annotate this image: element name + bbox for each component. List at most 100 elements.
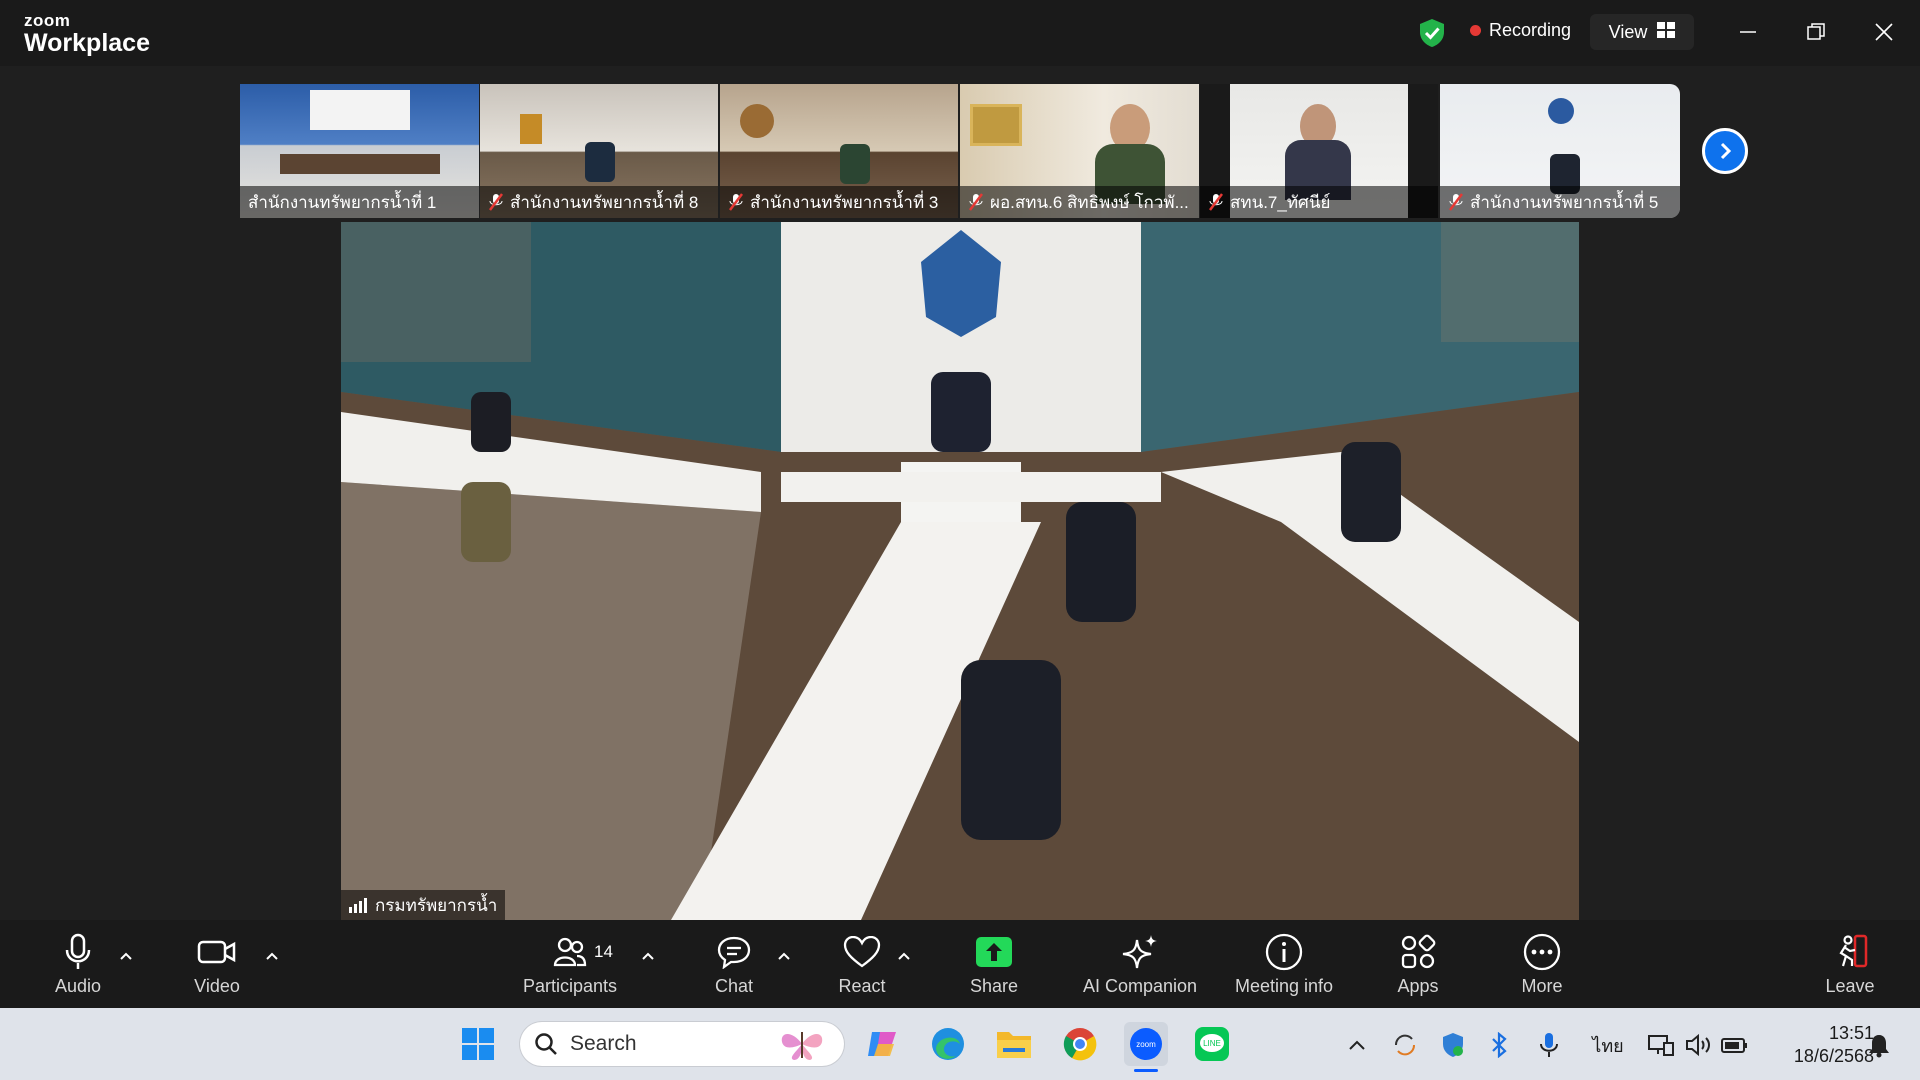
react-label: React	[838, 975, 886, 996]
windows-taskbar: Search zoom LINE ไทย 13:51 18/6/2568	[0, 1008, 1920, 1080]
speaker-name-badge: กรมทรัพยากรน้ำ	[341, 890, 506, 920]
sync-icon[interactable]	[1390, 1030, 1420, 1060]
video-options-caret[interactable]	[262, 946, 282, 966]
video-camera-icon	[197, 932, 237, 972]
active-app-indicator	[1134, 1069, 1158, 1072]
video-button[interactable]: Video	[180, 920, 254, 1008]
meeting-info-label: Meeting info	[1234, 975, 1334, 996]
notification-bell-icon[interactable]	[1864, 1030, 1894, 1060]
file-explorer-icon[interactable]	[992, 1022, 1036, 1066]
participant-thumbnail-strip: สำนักงานทรัพยากรน้ำที่ 1 สำนักงานทรัพยาก…	[240, 84, 1680, 218]
close-button[interactable]	[1866, 16, 1902, 48]
input-language-indicator[interactable]: ไทย	[1590, 1030, 1626, 1060]
chrome-browser-icon[interactable]	[1058, 1022, 1102, 1066]
chat-button[interactable]: Chat	[702, 920, 766, 1008]
participants-button[interactable]: Participants	[516, 920, 624, 1008]
title-bar: zoom Workplace Recording View	[0, 0, 1920, 66]
conference-room-scene	[341, 222, 1579, 920]
audio-options-caret[interactable]	[116, 946, 136, 966]
video-label: Video	[194, 975, 240, 996]
react-options-caret[interactable]	[894, 946, 914, 966]
encryption-shield-icon[interactable]	[1418, 18, 1446, 48]
participant-tile[interactable]: สำนักงานทรัพยากรน้ำที่ 3	[720, 84, 958, 218]
apps-icon	[1400, 932, 1436, 972]
bluetooth-icon[interactable]	[1484, 1030, 1514, 1060]
participants-count: 14	[594, 942, 613, 961]
participant-tile[interactable]: สทน.7_ทัศนีย์	[1200, 84, 1438, 218]
participant-name: สำนักงานทรัพยากรน้ำที่ 3	[750, 192, 939, 212]
next-page-button[interactable]	[1702, 128, 1748, 174]
participant-name: ผอ.สทน.6 สิทธิพงษ์ โกวพั...	[990, 192, 1189, 212]
more-label: More	[1521, 975, 1563, 996]
participant-tile[interactable]: สำนักงานทรัพยากรน้ำที่ 8	[480, 84, 718, 218]
taskbar-search-box[interactable]: Search	[520, 1022, 844, 1066]
speaker-name: กรมทรัพยากรน้ำ	[375, 895, 498, 915]
chat-options-caret[interactable]	[774, 946, 794, 966]
svg-text:LINE: LINE	[1203, 1039, 1221, 1048]
participant-name: สำนักงานทรัพยากรน้ำที่ 1	[248, 192, 437, 212]
brand-bottom: Workplace	[24, 29, 150, 57]
search-highlight-butterfly-icon	[774, 1026, 830, 1067]
heart-icon	[843, 932, 881, 972]
record-dot-icon	[1470, 25, 1481, 36]
security-shield-icon[interactable]	[1438, 1030, 1468, 1060]
muted-mic-icon	[968, 193, 984, 211]
line-app-icon[interactable]: LINE	[1190, 1022, 1234, 1066]
windows-start-icon[interactable]	[456, 1022, 500, 1066]
leave-door-icon	[1831, 932, 1869, 972]
edge-browser-icon[interactable]	[926, 1022, 970, 1066]
participant-tile[interactable]: ผอ.สทน.6 สิทธิพงษ์ โกวพั...	[960, 84, 1199, 218]
meeting-info-button[interactable]: Meeting info	[1228, 920, 1340, 1008]
muted-mic-icon	[1208, 193, 1224, 211]
more-button[interactable]: More	[1512, 920, 1572, 1008]
chat-bubble-icon	[716, 932, 752, 972]
participant-tile[interactable]: สำนักงานทรัพยากรน้ำที่ 5	[1440, 84, 1680, 218]
muted-mic-icon	[1448, 193, 1464, 211]
apps-label: Apps	[1397, 975, 1439, 996]
muted-mic-icon	[728, 193, 744, 211]
copilot-icon[interactable]	[860, 1022, 904, 1066]
system-clock[interactable]: 13:51 18/6/2568	[1764, 1022, 1874, 1068]
search-placeholder: Search	[570, 1032, 637, 1055]
leave-label: Leave	[1825, 975, 1875, 996]
participant-name: สำนักงานทรัพยากรน้ำที่ 8	[510, 192, 699, 212]
zoom-workplace-logo: zoom Workplace	[24, 12, 150, 56]
brand-top: zoom	[24, 11, 71, 30]
recording-indicator[interactable]: Recording	[1470, 20, 1571, 41]
ai-companion-label: AI Companion	[1082, 975, 1198, 996]
recording-label: Recording	[1489, 20, 1572, 40]
leave-button[interactable]: Leave	[1820, 920, 1880, 1008]
clock-date: 18/6/2568	[1793, 1046, 1874, 1066]
apps-button[interactable]: Apps	[1388, 920, 1448, 1008]
volume-icon[interactable]	[1684, 1030, 1714, 1060]
more-dots-icon	[1523, 932, 1561, 972]
muted-mic-icon	[488, 193, 504, 211]
minimize-button[interactable]	[1730, 16, 1766, 48]
zoom-app-icon[interactable]: zoom	[1124, 1022, 1168, 1072]
battery-icon[interactable]	[1720, 1030, 1750, 1060]
share-button[interactable]: Share	[962, 920, 1026, 1008]
participants-label: Participants	[522, 975, 618, 996]
share-label: Share	[969, 975, 1019, 996]
view-button[interactable]: View	[1590, 14, 1694, 50]
active-speaker-video[interactable]: กรมทรัพยากรน้ำ	[341, 222, 1579, 920]
participant-name: สำนักงานทรัพยากรน้ำที่ 5	[1470, 192, 1659, 212]
clock-time: 13:51	[1828, 1023, 1874, 1043]
grid-view-icon	[1657, 21, 1676, 43]
show-hidden-icons-caret[interactable]	[1342, 1030, 1372, 1060]
react-button[interactable]: React	[830, 920, 894, 1008]
microphone-icon	[64, 932, 92, 972]
audio-label: Audio	[54, 975, 102, 996]
chat-label: Chat	[714, 975, 754, 996]
participants-options-caret[interactable]	[638, 946, 658, 966]
microphone-tray-icon[interactable]	[1534, 1030, 1564, 1060]
participant-tile[interactable]: สำนักงานทรัพยากรน้ำที่ 1	[240, 84, 479, 218]
audio-button[interactable]: Audio	[44, 920, 112, 1008]
signal-strength-icon	[349, 897, 367, 913]
restore-button[interactable]	[1798, 16, 1834, 48]
search-icon	[534, 1032, 558, 1056]
network-icon[interactable]	[1646, 1030, 1676, 1060]
participant-name: สทน.7_ทัศนีย์	[1230, 192, 1331, 212]
ai-companion-button[interactable]: AI Companion	[1076, 920, 1204, 1008]
sparkle-icon	[1121, 932, 1159, 972]
